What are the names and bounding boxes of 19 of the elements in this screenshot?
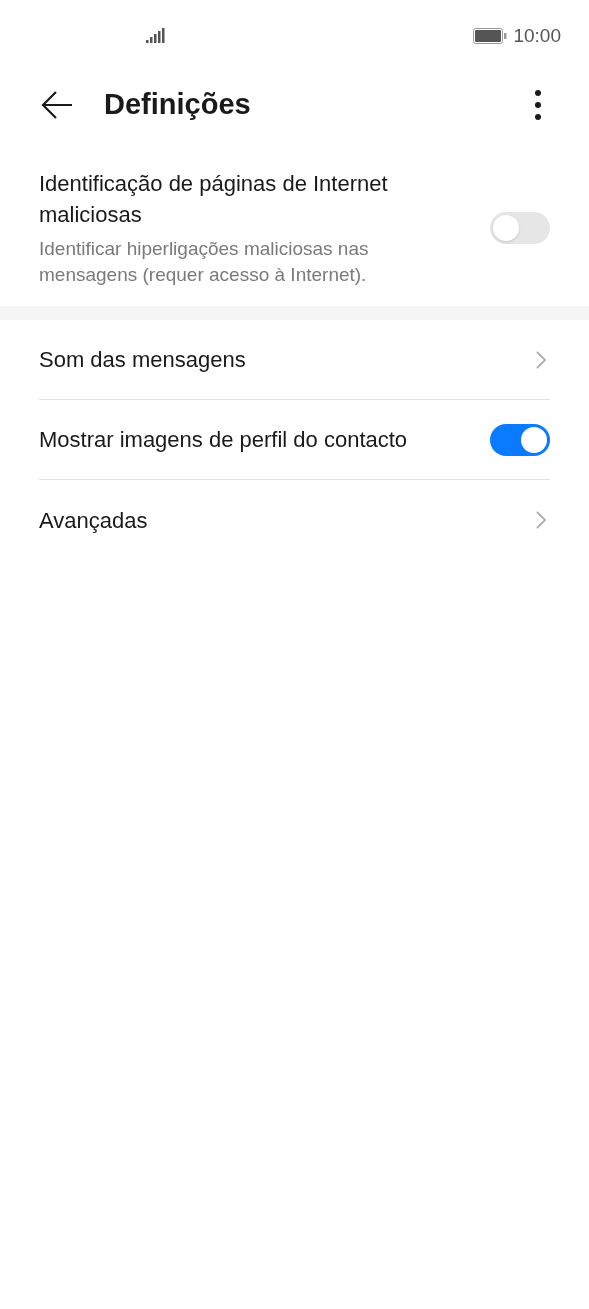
status-time: 10:00 (513, 23, 561, 48)
setting-label: Identificação de páginas de Internet maliciosas (39, 170, 389, 229)
toggle-switch[interactable] (490, 212, 550, 244)
toggle-switch[interactable] (490, 423, 550, 456)
setting-label: Som das mensagens (39, 346, 246, 374)
back-arrow-icon[interactable] (40, 90, 74, 120)
setting-row[interactable]: Identificação de páginas de Internet maliciosas Identificar hiperligações maliciosas nas mensagens (requer acesso à Internet). (39, 150, 550, 306)
setting-label: Avançadas (39, 506, 148, 535)
chevron-right-icon (536, 350, 546, 369)
page-title: Definições (104, 87, 251, 123)
chevron-right-icon (536, 511, 546, 529)
setting-row[interactable]: Som das mensagens (39, 320, 550, 400)
more-options-icon[interactable] (534, 89, 542, 121)
setting-row[interactable]: Mostrar imagens de perfil do contacto (39, 400, 550, 480)
setting-description: Identificar hiperligações maliciosas nas mensagens (requer acesso à Internet). (39, 237, 370, 287)
signal-icon (146, 28, 166, 44)
battery-icon (473, 28, 508, 44)
setting-label: Mostrar imagens de perfil do contacto (39, 426, 408, 454)
setting-row[interactable]: Avançadas (39, 480, 550, 560)
